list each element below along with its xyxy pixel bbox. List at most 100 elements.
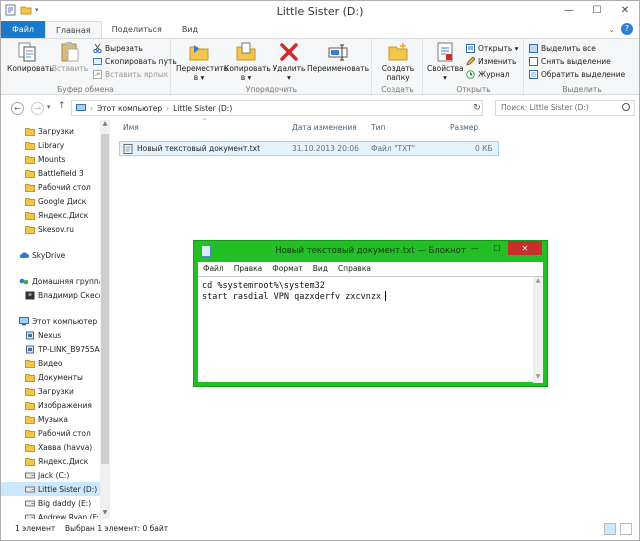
sidebar-item-3[interactable]: Mounts: [1, 152, 107, 166]
close-button[interactable]: ✕: [611, 1, 639, 20]
select-group-label: Выделить: [562, 85, 602, 94]
invert-selection-icon: [529, 70, 538, 79]
drive-icon: [25, 499, 35, 508]
sidebar-item-6[interactable]: Google Диск: [1, 194, 107, 208]
notepad-minimize-button[interactable]: —: [464, 241, 486, 255]
expand-ribbon-icon[interactable]: ⌄: [608, 25, 615, 34]
tab-view[interactable]: Вид: [172, 21, 208, 38]
new-folder-button[interactable]: Создать папку: [376, 41, 420, 82]
sidebar-item-18[interactable]: Изображения: [1, 398, 107, 412]
sidebar-item-label: Яндекс.Диск: [38, 456, 89, 466]
sidebar-item-5[interactable]: Рабочий стол: [1, 180, 107, 194]
refresh-icon[interactable]: ↻: [471, 100, 483, 116]
history-button[interactable]: Журнал: [466, 69, 510, 80]
table-row[interactable]: Новый текстовый документ.txt 31.10.2013 …: [119, 141, 499, 156]
sidebar-item-1[interactable]: Загрузки: [1, 124, 107, 138]
help-icon[interactable]: ?: [621, 23, 633, 35]
column-name[interactable]: Имя: [123, 123, 139, 137]
sidebar-item-16[interactable]: Документы: [1, 370, 107, 384]
notepad-close-button[interactable]: ✕: [508, 241, 542, 255]
invert-selection-button[interactable]: Обратить выделение: [529, 69, 625, 80]
back-button[interactable]: ←: [11, 102, 24, 115]
sidebar-item-20[interactable]: Рабочий стол: [1, 426, 107, 440]
tab-share[interactable]: Поделиться: [102, 21, 172, 38]
scrollbar-thumb[interactable]: [101, 134, 109, 464]
notepad-maximize-button[interactable]: ☐: [486, 241, 508, 255]
column-size[interactable]: Размер: [450, 123, 478, 137]
sidebar-item-label: TP-LINK_B9755A: [38, 344, 100, 354]
sidebar-item-25[interactable]: Big daddy (E:): [1, 496, 107, 510]
properties-button[interactable]: Свойства ▾: [427, 41, 464, 82]
sidebar-item-13[interactable]: Nexus: [1, 328, 107, 342]
edit-button[interactable]: Изменить: [466, 56, 516, 67]
sidebar-item-12[interactable]: Этот компьютер: [1, 314, 107, 328]
notepad-scrollbar[interactable]: ▲ ▼: [533, 277, 543, 383]
scroll-up-icon[interactable]: ▲: [100, 120, 110, 130]
column-type[interactable]: Тип: [371, 123, 385, 137]
up-button[interactable]: ↑: [58, 101, 66, 111]
sidebar-item-8[interactable]: Skesov.ru: [1, 222, 107, 236]
notepad-text-area[interactable]: cd %systemroot%\system32 start rasdial V…: [198, 276, 543, 383]
column-date[interactable]: Дата изменения: [292, 123, 357, 137]
sidebar-item-10[interactable]: Домашняя группа: [1, 274, 107, 288]
file-type: Файл "TXT": [371, 144, 416, 153]
sidebar-item-label: Рабочий стол: [38, 182, 91, 192]
menu-format[interactable]: Формат: [267, 262, 307, 276]
notepad-scroll-down-icon[interactable]: ▼: [533, 373, 543, 383]
copy-path-button[interactable]: Скопировать путь: [93, 56, 177, 67]
sidebar-item-21[interactable]: Хавва (havva): [1, 440, 107, 454]
paste-shortcut-button[interactable]: Вставить ярлык: [93, 69, 168, 80]
cut-button[interactable]: Вырезать: [93, 43, 143, 54]
device-icon: [25, 345, 35, 354]
open-button[interactable]: Открыть ▾: [466, 43, 518, 54]
menu-view[interactable]: Вид: [308, 262, 333, 276]
sidebar-item-14[interactable]: TP-LINK_B9755A: [1, 342, 107, 356]
search-input[interactable]: Поиск: Little Sister (D:): [495, 100, 635, 116]
select-none-button[interactable]: Снять выделение: [529, 56, 611, 67]
copy-button[interactable]: Копировать: [7, 41, 54, 73]
menu-edit[interactable]: Правка: [229, 262, 268, 276]
open-group: Свойства ▾ Открыть ▾ Изменить Журнал Отк…: [424, 39, 524, 96]
delete-button[interactable]: Удалить ▾: [272, 41, 306, 82]
sidebar-item-26[interactable]: Andrew Ryan (F:): [1, 510, 107, 519]
sidebar-item-15[interactable]: Видео: [1, 356, 107, 370]
paste-button[interactable]: Вставить: [51, 41, 89, 73]
breadcrumb-drive[interactable]: Little Sister (D:): [173, 104, 232, 113]
sidebar-item-label: Музыка: [38, 414, 68, 424]
explorer-titlebar: ▾ Little Sister (D:) — ☐ ✕: [1, 1, 639, 21]
recent-locations-icon[interactable]: ▾: [47, 103, 51, 111]
select-all-button[interactable]: Выделить все: [529, 43, 596, 54]
folder-icon: [25, 401, 35, 410]
sidebar-item-11[interactable]: Владимир Скесо: [1, 288, 107, 302]
minimize-button[interactable]: —: [555, 1, 583, 20]
nav-scrollbar[interactable]: ▲ ▼: [100, 120, 110, 519]
sidebar-item-19[interactable]: Музыка: [1, 412, 107, 426]
sidebar-item-7[interactable]: Яндекс.Диск: [1, 208, 107, 222]
forward-button[interactable]: →: [31, 102, 44, 115]
sidebar-item-2[interactable]: Library: [1, 138, 107, 152]
search-icon: [622, 103, 630, 111]
sidebar-item-label: Видео: [38, 358, 63, 368]
sidebar-item-4[interactable]: Battlefield 3: [1, 166, 107, 180]
copy-to-button[interactable]: Копировать в ▾: [224, 41, 271, 82]
move-to-button[interactable]: Переместить в ▾: [176, 41, 228, 82]
sidebar-item-24[interactable]: Little Sister (D:): [1, 482, 107, 496]
rename-button[interactable]: Переименовать: [306, 41, 370, 73]
menu-help[interactable]: Справка: [333, 262, 376, 276]
tab-file[interactable]: Файл: [1, 21, 45, 38]
scroll-down-icon[interactable]: ▼: [100, 509, 110, 519]
sidebar-item-23[interactable]: Jack (C:): [1, 468, 107, 482]
sidebar-item-22[interactable]: Яндекс.Диск: [1, 454, 107, 468]
large-icons-view-icon[interactable]: [620, 523, 632, 535]
tab-home[interactable]: Главная: [45, 21, 102, 38]
notepad-scroll-up-icon[interactable]: ▲: [533, 277, 543, 287]
sidebar-item-9[interactable]: SkyDrive: [1, 248, 107, 262]
sidebar-item-17[interactable]: Загрузки: [1, 384, 107, 398]
details-view-icon[interactable]: [604, 523, 616, 535]
maximize-button[interactable]: ☐: [583, 1, 611, 20]
breadcrumb[interactable]: › Этот компьютер › Little Sister (D:): [71, 100, 483, 116]
menu-file[interactable]: Файл: [198, 262, 229, 276]
ribbon-tabs: Файл Главная Поделиться Вид ⌄ ?: [1, 21, 639, 38]
select-group: Выделить все Снять выделение Обратить вы…: [525, 39, 639, 96]
breadcrumb-computer[interactable]: Этот компьютер: [97, 104, 162, 113]
